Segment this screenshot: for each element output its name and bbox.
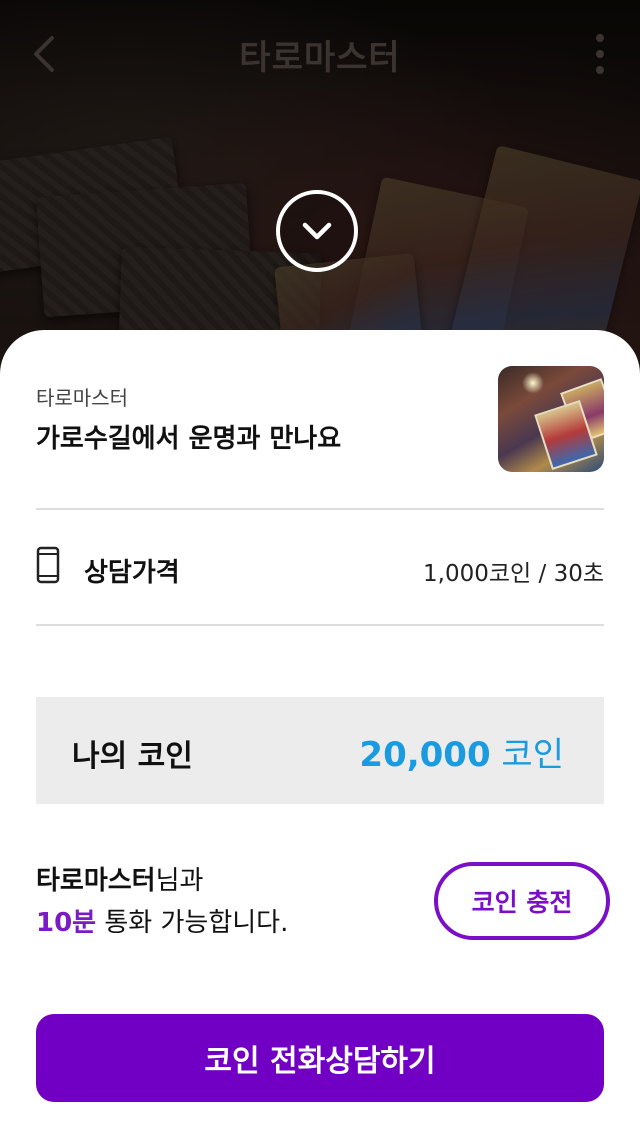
talk-rest: 통화 가능합니다. xyxy=(96,908,289,938)
price-row: 상담가격 1,000코인 / 30초 xyxy=(36,542,604,596)
provider-thumbnail xyxy=(498,366,604,472)
provider-title: 가로수길에서 운명과 만나요 xyxy=(36,424,342,454)
price-value: 1,000코인 / 30초 xyxy=(423,561,604,587)
my-coin-label: 나의 코인 xyxy=(72,739,193,774)
talk-suffix: 님과 xyxy=(155,866,204,896)
top-bar: 타로마스터 xyxy=(0,0,640,110)
provider-name: 타로마스터 xyxy=(36,866,156,896)
talk-availability-text: 타로마스터님과 10분 통화 가능합니다. xyxy=(36,860,288,944)
page-title: 타로마스터 xyxy=(239,38,401,78)
coin-charge-button[interactable]: 코인 충전 xyxy=(434,862,610,940)
coin-amount-value: 20,000 xyxy=(359,735,491,775)
price-label: 상담가격 xyxy=(84,558,180,588)
divider xyxy=(36,624,604,626)
phone-icon xyxy=(36,546,60,584)
provider-subtitle: 타로마스터 xyxy=(36,386,128,410)
more-vertical-icon xyxy=(596,34,604,74)
consult-sheet: 타로마스터 가로수길에서 운명과 만나요 상담가격 1,000코인 / 30초 … xyxy=(0,330,640,1138)
my-coin-box: 나의 코인 20,000 코인 xyxy=(36,697,604,804)
collapse-sheet-button[interactable] xyxy=(276,190,358,272)
coin-unit: 코인 xyxy=(490,735,564,775)
chevron-down-icon xyxy=(302,222,332,240)
divider xyxy=(36,508,604,510)
available-minutes: 10분 xyxy=(36,908,97,938)
my-coin-amount: 20,000 코인 xyxy=(359,727,564,776)
coin-call-consult-button[interactable]: 코인 전화상담하기 xyxy=(36,1014,604,1102)
more-options-button[interactable] xyxy=(586,32,614,76)
